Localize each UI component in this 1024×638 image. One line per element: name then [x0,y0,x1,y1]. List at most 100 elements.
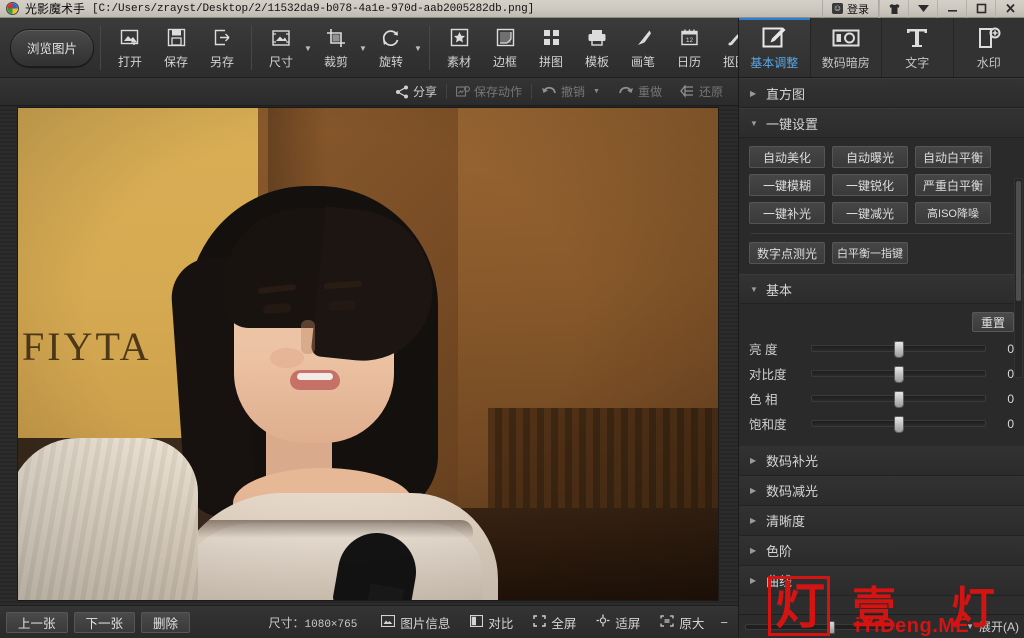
chevron-down-icon[interactable] [908,0,937,18]
expand-button[interactable]: ▼ 展开(A) [966,618,1019,635]
btn-white-balance-one-touch[interactable]: 白平衡一指键 [832,242,908,264]
slider-hue[interactable]: 色 相 0 [749,386,1014,411]
btn-auto-exposure[interactable]: 自动曝光 [832,146,908,168]
tab-basic-adjust[interactable]: 基本调整 [739,18,811,77]
toolbar-item-brush[interactable]: 画笔 [620,20,666,74]
skin-icon[interactable] [879,0,908,18]
image-info-button[interactable]: 图片信息 [371,613,460,632]
btn-oneclick-sharpen[interactable]: 一键锐化 [832,174,908,196]
slider-knob[interactable] [893,416,904,433]
section-digital-reduce-light[interactable]: ▶ 数码减光 [739,476,1024,506]
zoom-out-button[interactable]: − [714,615,734,630]
actual-size-button[interactable]: 原大 [650,613,714,632]
slider-track[interactable] [811,416,986,433]
slider-brightness[interactable]: 亮 度 0 [749,336,1014,361]
slider-track[interactable] [811,341,986,358]
section-curves[interactable]: ▶ 曲线 [739,566,1024,596]
slider-track[interactable] [811,366,986,383]
slider-knob[interactable] [893,391,904,408]
close-icon[interactable] [995,0,1024,18]
btn-oneclick-blur[interactable]: 一键模糊 [749,174,825,196]
toolbar-label: 另存 [209,54,234,69]
login-button[interactable]: ☺ 登录 [822,0,879,18]
btn-digital-spot-metering[interactable]: 数字点测光 [749,242,825,264]
section-basic[interactable]: ▼ 基本 [739,274,1024,304]
image-size-value: 1080×765 [304,618,358,631]
toolbar-item-template[interactable]: 模板 [574,20,620,74]
fullscreen-button[interactable]: 全屏 [523,613,586,632]
tab-watermark[interactable]: 水印 [954,18,1024,77]
image-canvas[interactable]: FIYTA [0,106,738,605]
photo-preview[interactable]: FIYTA [18,108,718,600]
btn-auto-beautify[interactable]: 自动美化 [749,146,825,168]
status-label: 全屏 [551,616,577,631]
panel-body: ▶ 直方图 ▼ 一键设置 自动美化 自动曝光 自动白平衡 一键模糊 一键锐化 严… [739,78,1024,638]
compare-button[interactable]: 对比 [460,613,523,632]
btn-oneclick-fill-light[interactable]: 一键补光 [749,202,825,224]
undo-button[interactable]: 撤销 ▼ [532,82,609,102]
undo-dropdown-caret-icon[interactable]: ▼ [593,88,600,95]
toolbar-item-resize[interactable]: 尺寸 [258,20,304,74]
slider-track[interactable] [811,391,986,408]
slider-knob[interactable] [893,366,904,383]
slider-label: 对比度 [749,368,787,382]
share-button[interactable]: 分享 [386,82,446,102]
toolbar-label: 旋转 [378,54,403,69]
section-levels[interactable]: ▶ 色阶 [739,536,1024,566]
toolbar-item-open[interactable]: 打开 [107,20,153,74]
toolbar-item-collage[interactable]: 拼图 [528,20,574,74]
resize-dropdown-caret-icon[interactable]: ▼ [304,20,313,74]
material-star-icon [450,25,469,51]
toolbar-item-rotate[interactable]: 旋转 [368,20,414,74]
oneclick-button-grid: 自动美化 自动曝光 自动白平衡 一键模糊 一键锐化 严重白平衡 一键补光 一键减… [749,146,1014,224]
chevron-down-icon: ▼ [750,118,758,128]
section-histogram[interactable]: ▶ 直方图 [739,78,1024,108]
maximize-icon[interactable] [966,0,995,18]
toolbar-item-frame[interactable]: 边框 [482,20,528,74]
next-image-button[interactable]: 下一张 [73,611,136,633]
toolbar-item-save[interactable]: 保存 [153,20,199,74]
basic-body: 重置 亮 度 0 对比度 0 色 相 0 饱和度 0 [739,304,1024,446]
chevron-right-icon: ▶ [750,576,757,585]
minimize-icon[interactable] [937,0,966,18]
image-size-readout: 尺寸：1080×765 [269,614,358,631]
toolbar-item-crop[interactable]: 裁剪 [313,20,359,74]
panel-footer-slider-knob[interactable] [827,620,836,634]
tab-text[interactable]: 文字 [882,18,954,77]
reset-button[interactable]: 重置 [972,312,1014,332]
panel-footer-slider[interactable] [745,620,895,634]
btn-strong-white-balance[interactable]: 严重白平衡 [915,174,991,196]
btn-oneclick-reduce-light[interactable]: 一键减光 [832,202,908,224]
slider-contrast[interactable]: 对比度 0 [749,361,1014,386]
toolbar-item-save-as[interactable]: 另存 [199,20,245,74]
rotate-dropdown-caret-icon[interactable]: ▼ [414,20,423,74]
save-action-button[interactable]: 保存动作 [447,82,531,102]
toolbar-item-material[interactable]: 素材 [436,20,482,74]
btn-auto-white-balance[interactable]: 自动白平衡 [915,146,991,168]
tab-darkroom[interactable]: 数码暗房 [811,18,882,77]
section-digital-fill-light[interactable]: ▶ 数码补光 [739,446,1024,476]
fit-screen-icon [596,614,610,630]
slider-knob[interactable] [893,341,904,358]
browse-images-button[interactable]: 浏览图片 [10,28,94,67]
fit-screen-button[interactable]: 适屏 [586,613,650,632]
restore-label: 还原 [698,85,723,99]
section-clarity[interactable]: ▶ 清晰度 [739,506,1024,536]
save-action-label: 保存动作 [474,85,523,99]
panel-scrollbar[interactable] [1014,178,1023,378]
slider-saturation[interactable]: 饱和度 0 [749,411,1014,436]
toolbar-label: 日历 [676,54,701,69]
restore-button[interactable]: 还原 [671,82,732,102]
chevron-right-icon: ▶ [750,456,757,465]
crop-dropdown-caret-icon[interactable]: ▼ [359,20,368,74]
prev-image-button[interactable]: 上一张 [6,611,68,633]
toolbar-item-calendar[interactable]: 12 日历 [666,20,712,74]
delete-image-button[interactable]: 删除 [141,611,191,633]
collage-icon [542,25,561,51]
btn-high-iso-denoise[interactable]: 高ISO降噪 [915,202,991,224]
toolbar-divider [429,25,430,70]
redo-button[interactable]: 重做 [609,82,671,102]
status-bar-right: 尺寸：1080×765 图片信息 对比 全屏 适屏 原大 − [269,613,739,632]
panel-scrollbar-thumb[interactable] [1016,181,1021,301]
section-oneclick-settings[interactable]: ▼ 一键设置 [739,108,1024,138]
